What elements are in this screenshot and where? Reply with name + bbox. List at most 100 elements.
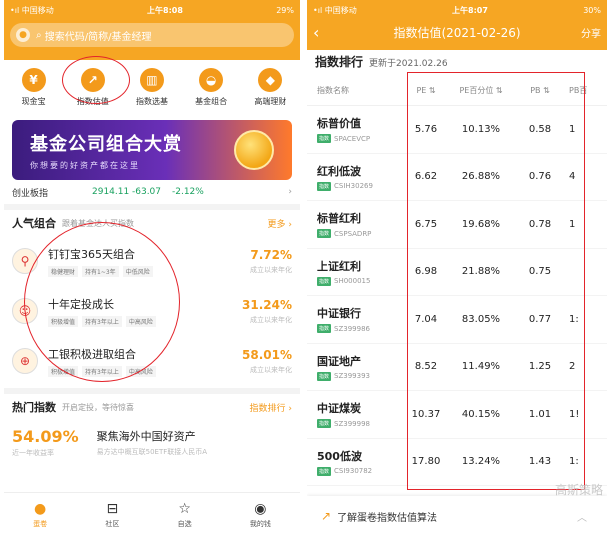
updated-date: 更新于2021.02.26 bbox=[369, 59, 448, 69]
chevron-right-icon: › bbox=[288, 187, 292, 197]
quick-entry-portfolio[interactable]: ◒ 基金组合 bbox=[183, 68, 239, 114]
chart-trend-icon: ↗ bbox=[80, 68, 105, 92]
tab-community[interactable]: ⊟ 社区 bbox=[105, 501, 119, 529]
pe-percentile: 10.13% bbox=[461, 123, 501, 135]
col-pe-header[interactable]: PE ⇅ bbox=[407, 86, 445, 95]
valuation-method-link[interactable]: 了解蛋卷指数估值算法 bbox=[337, 509, 437, 524]
ranking-header: 指数排行 更新于2021.02.26 bbox=[307, 50, 607, 76]
pb-value: 0.58 bbox=[528, 123, 552, 135]
combo-tag: 积极增值 bbox=[48, 315, 79, 327]
index-name: 红利低波 bbox=[317, 164, 361, 178]
user-icon[interactable]: ● bbox=[16, 28, 30, 42]
status-bar: •ıl 中国移动 上午8:07 30% bbox=[313, 3, 601, 17]
search-bar[interactable]: ● ⌕ 搜索代码/简称/基金经理 bbox=[10, 23, 294, 47]
search-icon: ⌕ bbox=[36, 29, 45, 41]
quick-entry-row: ¥ 现金宝 ↗ 指数估值 ▥ 指数选基 ◒ 基金组合 ◆ 高端理财 bbox=[4, 60, 300, 118]
combo-item[interactable]: ☺ 十年定投成长 积极增值 持有3年以上 中高风险 31.24% 成立以来年化 bbox=[4, 286, 300, 336]
index-code: SH000015 bbox=[334, 277, 371, 286]
table-row[interactable]: 500低波 指数 CSI930782 17.80 13.24% 1.43 1: bbox=[307, 439, 607, 486]
index-code: SZ399986 bbox=[334, 324, 370, 333]
bank-logo-icon: ⊕ bbox=[12, 348, 38, 374]
pb-value: 0.75 bbox=[528, 266, 552, 278]
right-header: •ıl 中国移动 上午8:07 30% ‹ 指数估值(2021-02-26) 分… bbox=[307, 0, 607, 50]
ticker-change: -63.07 bbox=[132, 187, 162, 197]
col-pe-pct-header[interactable]: PE百分位 ⇅ bbox=[445, 85, 517, 96]
quick-entry-cash[interactable]: ¥ 现金宝 bbox=[6, 68, 62, 114]
page-title: 指数估值(2021-02-26) bbox=[393, 25, 521, 40]
more-link[interactable]: 更多 › bbox=[268, 217, 292, 230]
combo-name: 十年定投成长 bbox=[48, 297, 114, 311]
section-title: 热门指数 bbox=[12, 401, 56, 414]
back-icon[interactable]: ‹ bbox=[313, 23, 343, 42]
clock: 上午8:07 bbox=[452, 5, 488, 15]
index-code: SPACEVCP bbox=[334, 134, 371, 143]
quick-entry-index-fund[interactable]: ▥ 指数选基 bbox=[124, 68, 180, 114]
combo-tag: 中高风险 bbox=[125, 315, 156, 327]
pb-percentile: 1 bbox=[569, 218, 576, 230]
star-icon: ☆ bbox=[178, 500, 191, 517]
index-badge: 指数 bbox=[317, 371, 332, 381]
pb-percentile: 2 bbox=[569, 361, 576, 373]
pb-percentile: 1 bbox=[569, 123, 576, 135]
index-name: 标普价值 bbox=[317, 117, 361, 131]
chevron-up-icon[interactable]: ︿ bbox=[577, 509, 587, 524]
table-row[interactable]: 红利低波 指数 CSIH30269 6.62 26.88% 0.76 4 bbox=[307, 154, 607, 201]
combo-item[interactable]: ⚲ 钉钉宝365天组合 稳健理财 持有1~3年 中低风险 7.72% 成立以来年… bbox=[4, 236, 300, 286]
valuation-method-bar[interactable]: ↗ 了解蛋卷指数估值算法 ︿ bbox=[307, 496, 607, 536]
pe-value: 5.76 bbox=[414, 123, 438, 135]
index-name: 标普红利 bbox=[317, 212, 361, 226]
battery: 30% bbox=[583, 5, 601, 15]
combo-tag: 持有1~3年 bbox=[82, 265, 119, 277]
index-badge: 指数 bbox=[317, 276, 332, 286]
combo-return-label: 成立以来年化 bbox=[250, 265, 292, 274]
carrier: •ıl 中国移动 bbox=[10, 5, 54, 15]
table-header: 指数名称 PE ⇅ PE百分位 ⇅ PB ⇅ PB百 bbox=[307, 76, 607, 106]
table-row[interactable]: 中证煤炭 指数 SZ399998 10.37 40.15% 1.01 1! bbox=[307, 391, 607, 439]
quick-entry-premium[interactable]: ◆ 高端理财 bbox=[242, 68, 298, 114]
table-row[interactable]: 国证地产 指数 SZ399393 8.52 11.49% 1.25 2 bbox=[307, 344, 607, 391]
table-row[interactable]: 标普价值 指数 SPACEVCP 5.76 10.13% 0.58 1 bbox=[307, 106, 607, 154]
pe-percentile: 40.15% bbox=[461, 408, 501, 420]
tab-home[interactable]: ● 蛋卷 bbox=[33, 501, 47, 529]
right-screen: •ıl 中国移动 上午8:07 30% ‹ 指数估值(2021-02-26) 分… bbox=[307, 0, 607, 536]
hot-desc: 易方达中概互联50ETF联接人民币A bbox=[96, 447, 208, 456]
arrow-trend-icon: ↗ bbox=[321, 509, 332, 523]
pe-percentile: 13.24% bbox=[461, 456, 501, 468]
profile-icon: ◉ bbox=[254, 500, 267, 517]
promo-banner[interactable]: 基金公司组合大赏 你想要的好资产都在这里 bbox=[12, 120, 292, 180]
quick-entry-index-valuation[interactable]: ↗ 指数估值 bbox=[65, 68, 121, 114]
combo-return: 7.72% bbox=[250, 247, 292, 262]
coin-icon bbox=[234, 130, 274, 170]
tab-label: 自选 bbox=[177, 519, 192, 528]
index-name: 500低波 bbox=[317, 449, 362, 463]
col-pb-header[interactable]: PB ⇅ bbox=[517, 86, 563, 95]
combo-name: 钉钉宝365天组合 bbox=[48, 247, 135, 261]
index-rank-link[interactable]: 指数排行 › bbox=[250, 401, 292, 414]
hot-index-item[interactable]: 54.09% 近一年收益率 聚焦海外中国好资产 易方达中概互联50ETF联接人民… bbox=[4, 420, 300, 464]
quick-entry-label: 指数估值 bbox=[76, 97, 109, 106]
hot-name: 聚焦海外中国好资产 bbox=[96, 429, 196, 443]
search-placeholder: 搜索代码/简称/基金经理 bbox=[44, 31, 152, 43]
combo-tag: 持有3年以上 bbox=[82, 315, 122, 327]
avatar-icon: ☺ bbox=[12, 298, 38, 324]
ticker-value: 2914.11 bbox=[92, 187, 130, 197]
pe-value: 7.04 bbox=[414, 313, 438, 325]
tab-watchlist[interactable]: ☆ 自选 bbox=[178, 501, 192, 529]
table-row[interactable]: 标普红利 指数 CSPSADRP 6.75 19.68% 0.78 1 bbox=[307, 201, 607, 249]
pb-value: 0.77 bbox=[528, 313, 552, 325]
table-row[interactable]: 上证红利 指数 SH000015 6.98 21.88% 0.75 bbox=[307, 249, 607, 296]
index-code: CSPSADRP bbox=[334, 229, 372, 238]
diamond-icon: ◆ bbox=[258, 68, 283, 92]
share-button[interactable]: 分享 bbox=[571, 25, 601, 40]
col-pb-pct-header[interactable]: PB百 bbox=[563, 85, 593, 96]
index-ticker[interactable]: 创业板指 2914.11 -63.07 -2.12% › bbox=[4, 180, 300, 210]
index-table: 标普价值 指数 SPACEVCP 5.76 10.13% 0.58 1 红利低波 指数… bbox=[307, 106, 607, 486]
clock: 上午8:08 bbox=[147, 5, 183, 15]
tab-profile[interactable]: ◉ 我的钱 bbox=[250, 501, 271, 529]
quick-entry-label: 高端理财 bbox=[254, 97, 287, 106]
quick-entry-label: 指数选基 bbox=[135, 97, 168, 106]
combo-item[interactable]: ⊕ 工银积极进取组合 积极增值 持有3年以上 中高风险 58.01% 成立以来年… bbox=[4, 336, 300, 386]
table-row[interactable]: 中证银行 指数 SZ399986 7.04 83.05% 0.77 1: bbox=[307, 296, 607, 344]
pb-value: 1.25 bbox=[528, 361, 552, 373]
index-name: 上证红利 bbox=[317, 259, 361, 273]
